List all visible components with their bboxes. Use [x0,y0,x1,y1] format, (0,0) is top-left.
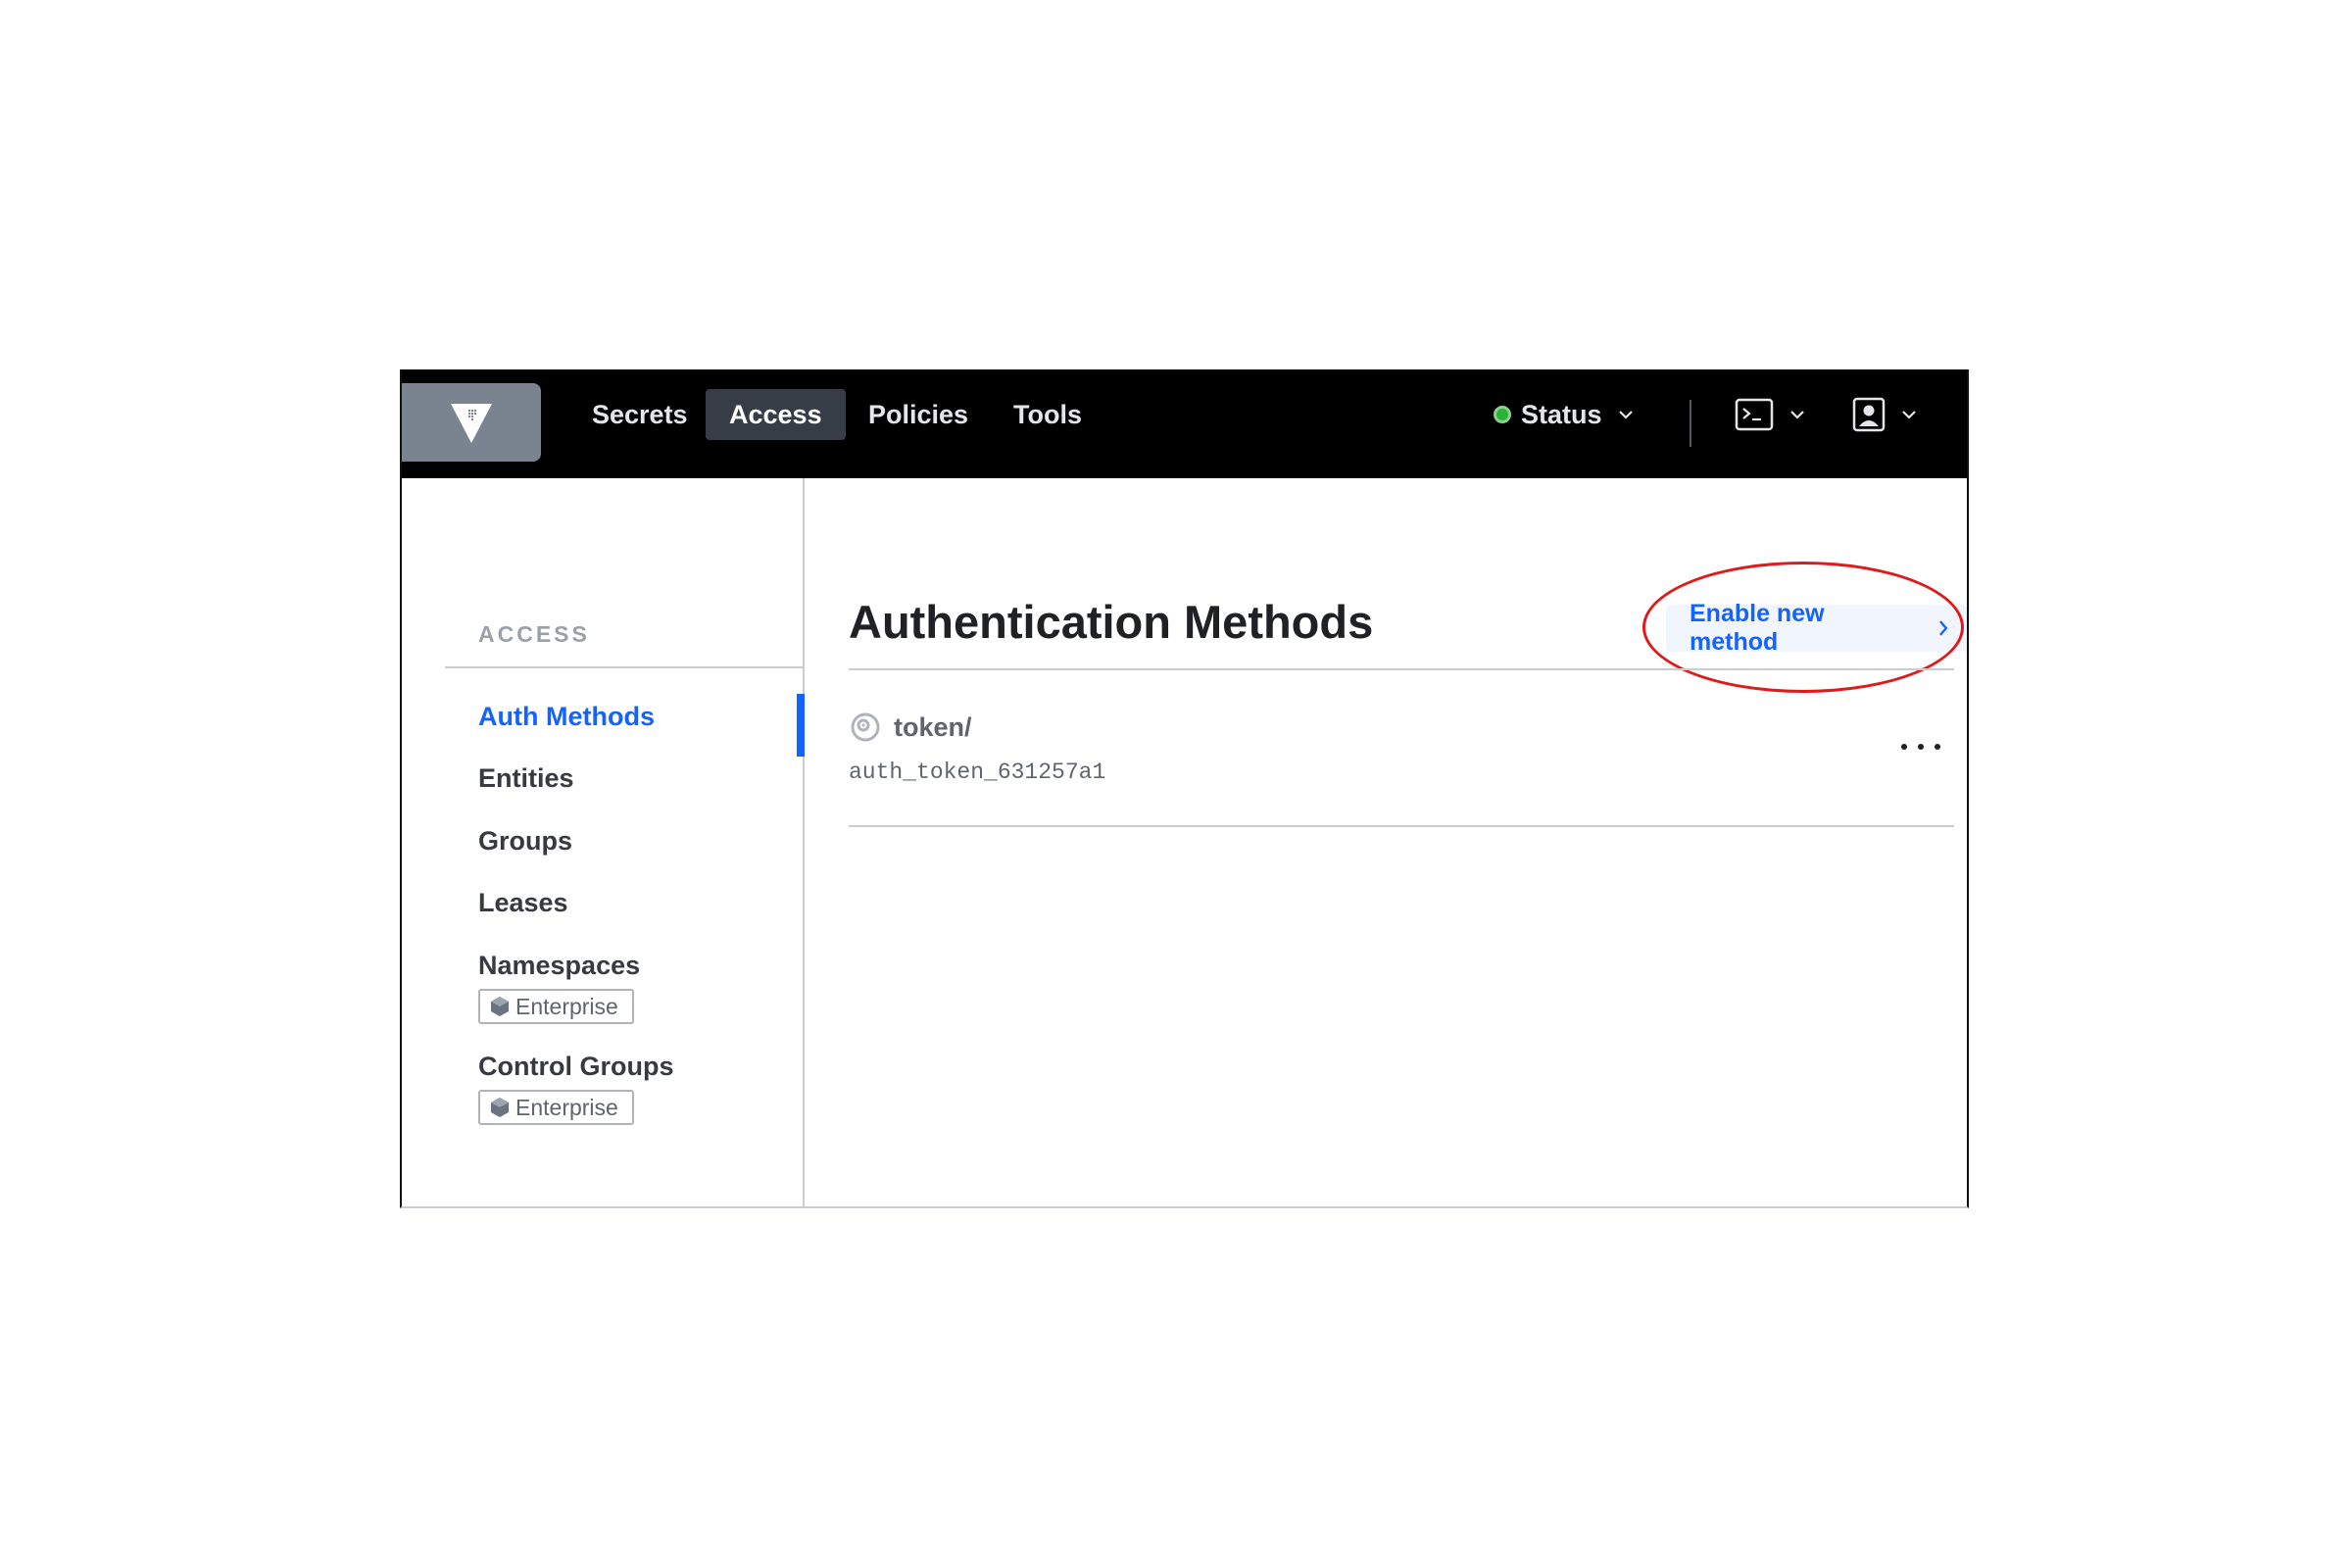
sidebar-item-groups[interactable]: Groups [478,826,572,857]
console-menu[interactable] [1735,395,1805,434]
vault-logo-icon[interactable] [402,383,541,462]
page-title: Authentication Methods [849,596,1374,648]
status-label: Status [1521,399,1602,429]
chevron-right-icon [1939,620,1948,636]
sidebar-item-leases[interactable]: Leases [478,888,568,918]
more-icon[interactable] [1901,732,1940,761]
status-dot-icon [1494,406,1511,423]
title-divider [849,668,1954,670]
app-window: Secrets Access Policies Tools Status ACC… [400,369,1969,1208]
sidebar-header: ACCESS [478,621,590,647]
auth-method-path: token/ [894,711,972,742]
active-indicator [797,694,805,757]
sidebar-item-namespaces[interactable]: Namespaces [478,951,640,981]
enterprise-icon [491,1098,509,1117]
nav-tools[interactable]: Tools [990,389,1105,440]
terminal-icon [1735,398,1774,431]
enterprise-badge: Enterprise [478,989,634,1024]
top-nav-bar: Secrets Access Policies Tools Status [402,369,1967,478]
nav-divider [1690,400,1691,447]
sidebar-item-control-groups[interactable]: Control Groups [478,1052,673,1082]
enterprise-badge: Enterprise [478,1090,634,1125]
sidebar: ACCESS Auth Methods Entities Groups Leas… [402,478,805,1206]
auth-method-link[interactable]: token/ [849,710,972,744]
chevron-down-icon [1790,411,1804,419]
nav-policies[interactable]: Policies [845,389,992,440]
enable-button-label: Enable new method [1690,600,1825,656]
nav-access[interactable]: Access [706,389,846,440]
enable-new-method-button[interactable]: Enable new method [1666,600,1967,656]
sidebar-item-auth-methods[interactable]: Auth Methods [478,702,655,732]
chevron-down-icon [1902,411,1916,419]
enterprise-icon [491,997,509,1016]
chevron-down-icon [1618,411,1633,419]
user-menu[interactable] [1852,395,1917,434]
badge-label: Enterprise [515,1094,618,1120]
nav-secrets[interactable]: Secrets [568,389,711,440]
token-icon [851,712,880,742]
status-menu[interactable]: Status [1494,389,1634,440]
auth-method-accessor: auth_token_631257a1 [849,760,1106,785]
badge-label: Enterprise [515,993,618,1019]
sidebar-item-entities[interactable]: Entities [478,763,574,794]
row-divider [849,825,1954,827]
sidebar-divider [445,666,805,668]
user-icon [1852,397,1886,432]
